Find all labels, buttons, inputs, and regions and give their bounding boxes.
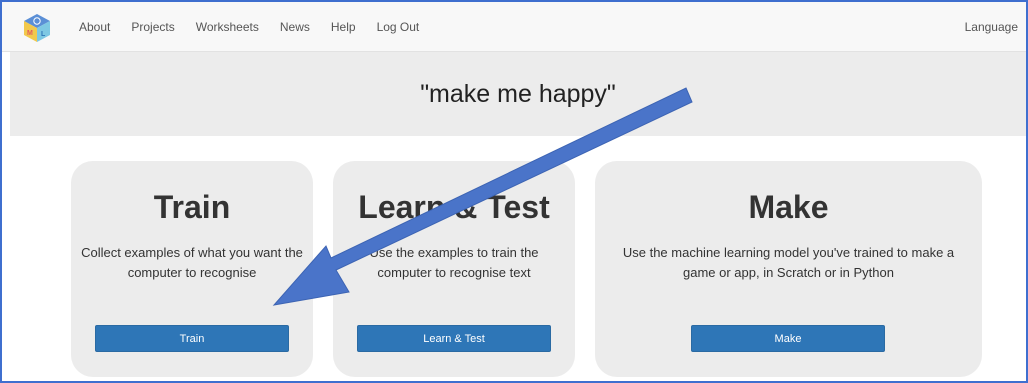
make-card: Make Use the machine learning model you'… xyxy=(595,161,982,377)
ml4k-cube-logo-icon[interactable]: M L xyxy=(22,13,52,43)
nav-language[interactable]: Language xyxy=(965,2,1018,52)
learn-test-button[interactable]: Learn & Test xyxy=(357,325,551,352)
svg-text:L: L xyxy=(41,31,46,38)
make-card-description: Use the machine learning model you've tr… xyxy=(622,245,955,280)
svg-text:M: M xyxy=(27,30,33,37)
make-button[interactable]: Make xyxy=(691,325,885,352)
nav-link-log-out[interactable]: Log Out xyxy=(377,20,420,34)
nav-link-projects[interactable]: Projects xyxy=(131,20,174,34)
project-title: "make me happy" xyxy=(420,79,616,108)
make-card-title: Make xyxy=(748,189,829,225)
nav-link-news[interactable]: News xyxy=(280,20,310,34)
learn-test-card: Learn & Test Use the examples to train t… xyxy=(333,161,575,377)
train-button[interactable]: Train xyxy=(95,325,289,352)
train-card-title: Train xyxy=(153,189,231,225)
nav-link-help[interactable]: Help xyxy=(331,20,356,34)
train-card: Train Collect examples of what you want … xyxy=(71,161,313,377)
train-card-description: Collect examples of what you want the co… xyxy=(81,245,303,280)
nav-links: About Projects Worksheets News Help Log … xyxy=(79,2,440,52)
screenshot-frame: M L About Projects Worksheets News Help … xyxy=(0,0,1028,383)
nav-link-worksheets[interactable]: Worksheets xyxy=(196,20,259,34)
nav-link-about[interactable]: About xyxy=(79,20,110,34)
learn-test-card-description: Use the examples to train the computer t… xyxy=(369,245,539,280)
learn-test-card-title: Learn & Test xyxy=(358,189,550,225)
project-banner: "make me happy" xyxy=(10,52,1026,136)
top-navbar: M L About Projects Worksheets News Help … xyxy=(2,2,1026,52)
